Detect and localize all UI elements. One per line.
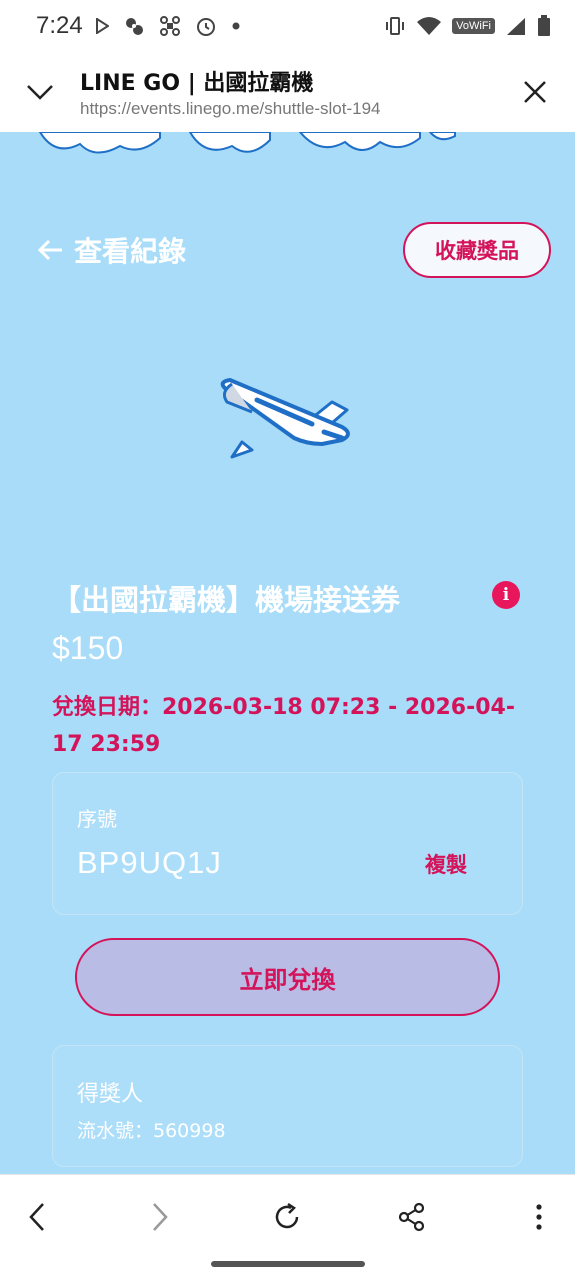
battery-icon xyxy=(538,15,550,36)
close-icon xyxy=(524,81,546,103)
status-bar: 7:24 VoWiFi xyxy=(0,0,575,52)
close-button[interactable] xyxy=(495,52,575,132)
status-right-icons: VoWiFi xyxy=(384,15,551,37)
winner-card: 得獎人 流水號：560998 xyxy=(52,1045,523,1167)
page-title: LINE GO | 出國拉霸機 xyxy=(80,71,314,96)
status-time: 7:24 xyxy=(36,12,83,39)
back-button[interactable] xyxy=(9,1189,65,1245)
prize-title: 【出國拉霸機】機場接送券 xyxy=(52,583,401,617)
more-options-button[interactable] xyxy=(511,1189,567,1245)
play-store-icon xyxy=(95,18,109,34)
forward-button[interactable] xyxy=(132,1189,188,1245)
page-url: https://events.linego.me/shuttle-slot-19… xyxy=(80,99,381,118)
serial-label: 序號 xyxy=(77,807,117,831)
browser-bottom-bar xyxy=(0,1174,575,1280)
chevron-left-icon xyxy=(29,1203,44,1231)
reload-icon xyxy=(275,1202,299,1229)
copy-button[interactable]: 複製 xyxy=(425,849,467,879)
redeem-period: 兌換日期：2026-03-18 07:23 - 2026-04-17 23:59 xyxy=(52,695,515,757)
alarm-icon xyxy=(196,18,215,36)
browser-header: LINE GO | 出國拉霸機 https://events.linego.me… xyxy=(0,52,575,132)
info-icon[interactable]: i xyxy=(492,581,520,609)
serial-card: 序號 BP9UQ1J 複製 xyxy=(52,772,523,915)
chevron-down-icon xyxy=(27,85,53,100)
winner-label: 得獎人 xyxy=(77,1082,144,1107)
favorite-prizes-button[interactable]: 收藏獎品 xyxy=(403,222,551,278)
airplane-icon xyxy=(220,378,350,459)
vowifi-badge: VoWiFi xyxy=(452,18,495,34)
drone-icon xyxy=(159,16,180,36)
main-content: 查看紀錄 收藏獎品 【出國拉霸機】機場接送券 i $150 兌換日期：2026-… xyxy=(0,132,575,1174)
dot-icon xyxy=(232,22,240,30)
home-indicator[interactable] xyxy=(211,1261,365,1267)
vibrate-icon xyxy=(386,17,405,35)
share-button[interactable] xyxy=(384,1189,440,1245)
signal-icon xyxy=(507,18,525,35)
redeem-now-button[interactable]: 立即兌換 xyxy=(75,938,500,1016)
more-vertical-icon xyxy=(536,1204,542,1230)
app-notification-icon xyxy=(125,18,143,35)
minimize-button[interactable] xyxy=(0,52,80,132)
view-records-label: 查看紀錄 xyxy=(74,235,187,268)
share-icon xyxy=(398,1202,425,1232)
view-records-link[interactable]: 查看紀錄 xyxy=(38,230,186,270)
winner-serial: 流水號：560998 xyxy=(77,1120,226,1142)
status-left-icons xyxy=(95,15,241,37)
arrow-left-icon xyxy=(38,239,62,261)
chevron-right-icon xyxy=(153,1203,168,1231)
serial-value: BP9UQ1J xyxy=(77,845,222,880)
header-titles: LINE GO | 出國拉霸機 https://events.linego.me… xyxy=(80,65,495,119)
cloud-decoration xyxy=(38,132,456,154)
wifi-icon xyxy=(417,17,442,35)
reload-button[interactable] xyxy=(259,1189,315,1245)
prize-price: $150 xyxy=(52,630,124,666)
